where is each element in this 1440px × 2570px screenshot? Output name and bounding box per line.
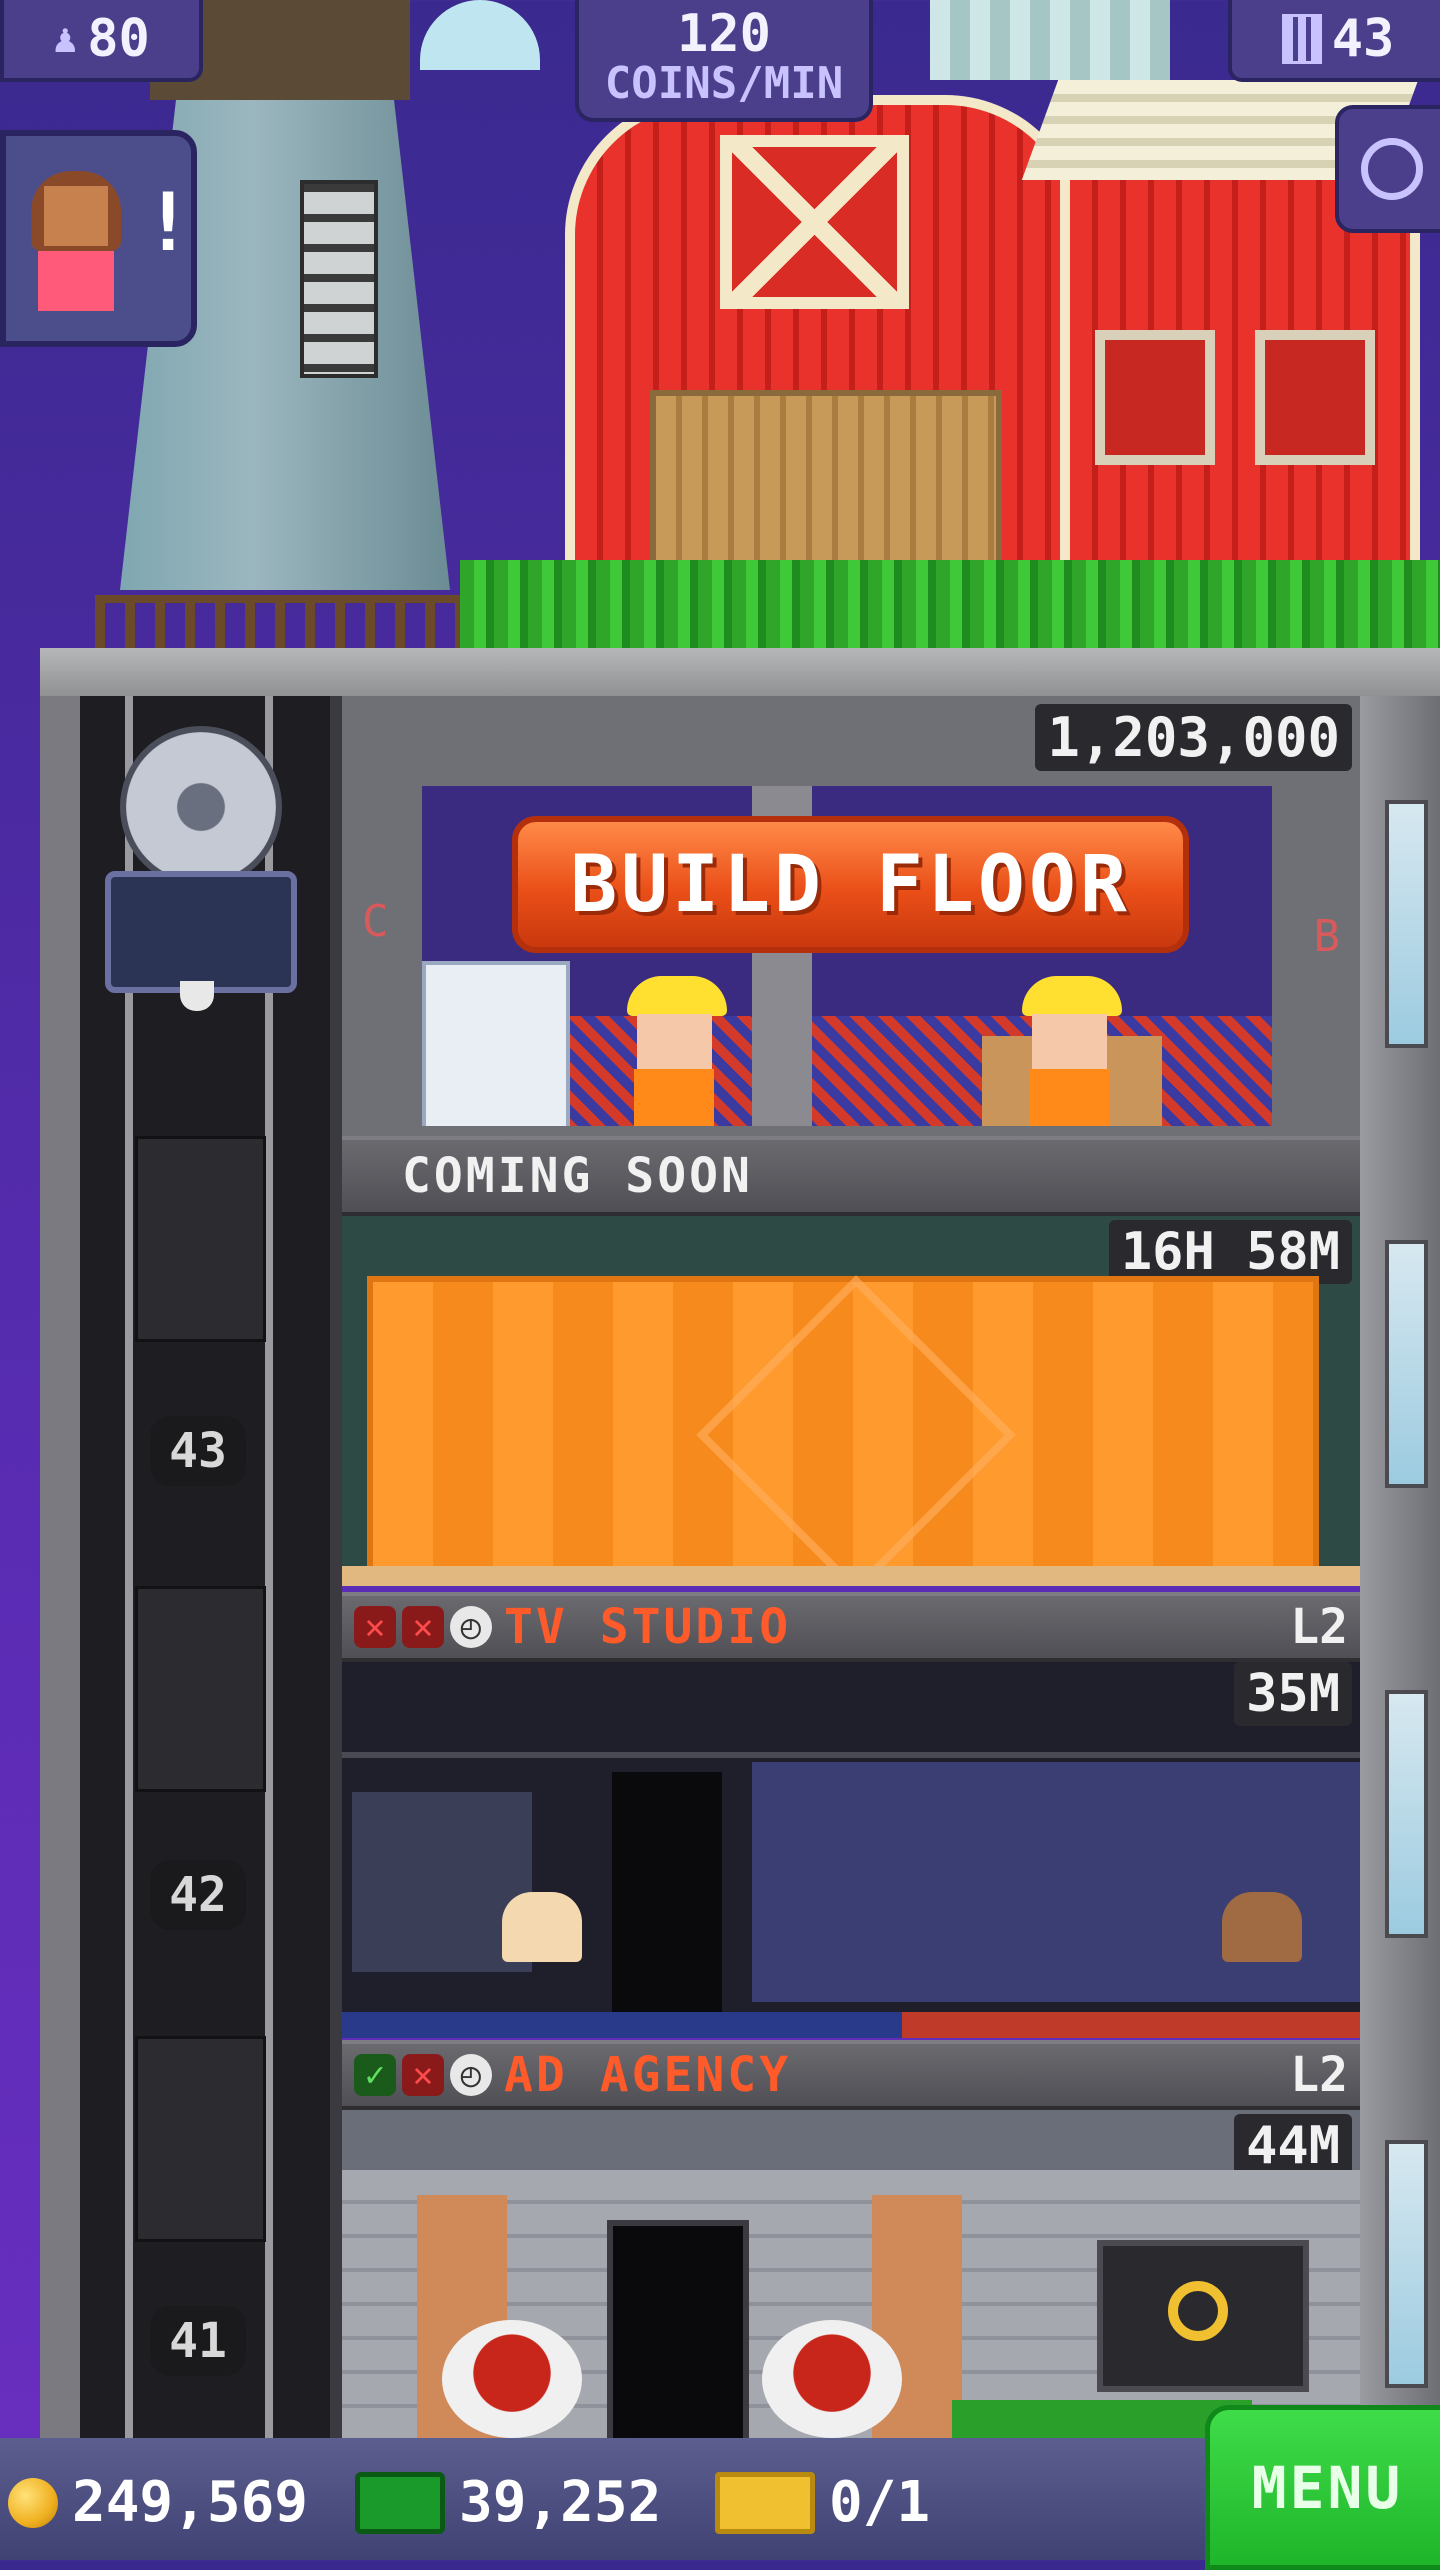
ceiling-rail <box>342 1752 1360 1758</box>
bitizen[interactable] <box>502 1892 582 1962</box>
bitizen-avatar-face <box>44 186 108 246</box>
tickets-display[interactable]: 0/1 <box>715 2470 930 2535</box>
side-window <box>1385 1240 1428 1488</box>
coins-display[interactable]: 249,569 <box>8 2470 308 2535</box>
background-dome <box>420 0 540 70</box>
bitizen-avatar-body <box>38 251 114 311</box>
worker-hardhat <box>627 976 727 1016</box>
worker-body <box>634 1069 714 1126</box>
side-window <box>1385 1690 1428 1938</box>
floor-counter[interactable]: 43 <box>1228 0 1440 82</box>
floor-timer: 35M <box>1234 1662 1352 1726</box>
building-icon <box>1281 14 1322 64</box>
coming-soon-bar: COMING SOON <box>342 1136 1360 1216</box>
studio-set <box>752 1762 1360 2002</box>
coming-soon-label: COMING SOON <box>402 1148 753 1204</box>
exclamation-icon: ! <box>144 176 193 269</box>
rooftop-slab <box>40 648 1440 696</box>
floor-level: L2 <box>1290 1599 1348 1655</box>
side-window <box>1385 800 1428 1048</box>
check-icon: ✓ <box>354 2054 396 2096</box>
construction-tarp <box>367 1275 1319 1586</box>
elevator-pulley <box>120 726 282 888</box>
bitizen-notification[interactable]: ! <box>0 130 197 347</box>
tv-studio-bar[interactable]: ✕ ✕ ◴ TV STUDIO L2 <box>342 1592 1360 1662</box>
elevator-floor-number: 43 <box>150 1416 246 1486</box>
ring-icon <box>1168 2281 1228 2341</box>
x-icon: ✕ <box>402 2054 444 2096</box>
clock-icon: ◴ <box>450 1606 492 1648</box>
barn-door <box>650 390 1002 582</box>
construction-sign-icon <box>696 1275 1016 1586</box>
egg-chair <box>442 2320 582 2438</box>
elevator-light <box>180 981 214 1011</box>
side-label-left: C <box>362 896 389 947</box>
barn-loft-window <box>720 135 909 309</box>
floor-name: TV STUDIO <box>504 1599 792 1655</box>
agency-door <box>607 2220 749 2438</box>
side-window <box>1385 2140 1428 2388</box>
worker-hardhat <box>1022 976 1122 1016</box>
coins-value: 249,569 <box>72 2470 309 2535</box>
zoom-button[interactable] <box>1335 105 1440 233</box>
person-icon: ♟ <box>53 16 78 62</box>
bux-value: 39,252 <box>459 2470 662 2535</box>
bitizen[interactable] <box>1222 1892 1302 1962</box>
bux-icon <box>355 2471 445 2534</box>
build-floor-cost: 1,203,000 <box>1035 704 1352 771</box>
barn-side-window-1 <box>1095 330 1215 465</box>
construction-material <box>422 961 570 1126</box>
side-label-right: B <box>1313 911 1341 962</box>
ad-display <box>1097 2240 1309 2392</box>
floor-count-value: 43 <box>1331 9 1395 69</box>
population-counter[interactable]: ♟ 80 <box>0 0 203 82</box>
shaft-block <box>135 2036 266 2242</box>
studio-floor <box>342 2012 1360 2038</box>
elevator-floor-number: 42 <box>150 1860 246 1930</box>
ticket-icon <box>715 2471 815 2534</box>
bux-display[interactable]: 39,252 <box>355 2470 661 2535</box>
magnifier-icon <box>1360 138 1423 200</box>
x-icon: ✕ <box>354 1606 396 1648</box>
shaft-block <box>135 1136 266 1342</box>
elevator-floor-number: 41 <box>150 2306 246 2376</box>
tower-windows <box>300 180 378 378</box>
coins-per-min-label: COINS/MIN <box>604 58 844 109</box>
floor-boards <box>342 1566 1360 1586</box>
floor-name: AD AGENCY <box>504 2047 792 2103</box>
coins-per-min-value: 120 <box>677 4 771 64</box>
elevator-car[interactable] <box>105 871 297 993</box>
left-wall <box>40 696 80 2438</box>
barn-side-window-2 <box>1255 330 1375 465</box>
coins-per-min-display: 120 COINS/MIN <box>575 0 873 122</box>
egg-chair <box>762 2320 902 2438</box>
coin-icon <box>8 2477 58 2528</box>
floor-level: L2 <box>1290 2047 1348 2103</box>
ad-agency-room[interactable]: 44M <box>342 2110 1360 2438</box>
fence <box>95 595 475 650</box>
tv-studio-room[interactable]: 35M <box>342 1662 1360 2038</box>
build-floor-button[interactable]: BUILD FLOOR <box>512 816 1189 953</box>
ad-agency-bar[interactable]: ✓ ✕ ◴ AD AGENCY L2 <box>342 2040 1360 2110</box>
elevator-shaft[interactable]: 43 42 41 <box>80 696 330 2438</box>
build-floor-section: 1,203,000 C B BUILD FLOOR <box>342 696 1360 1136</box>
worker-body <box>1029 1069 1109 1126</box>
worker-face <box>637 1014 712 1069</box>
background-building <box>930 0 1170 80</box>
studio-door <box>612 1772 722 2012</box>
menu-button[interactable]: MENU <box>1205 2405 1440 2570</box>
population-value: 80 <box>87 9 150 69</box>
x-icon: ✕ <box>402 1606 444 1648</box>
tickets-value: 0/1 <box>829 2470 931 2535</box>
grass <box>460 560 1440 650</box>
clock-icon: ◴ <box>450 2054 492 2096</box>
worker-face <box>1032 1014 1107 1069</box>
coming-soon-timer: 16H 58M <box>1108 1220 1352 1284</box>
floor-timer: 44M <box>1234 2114 1352 2178</box>
coming-soon-room[interactable]: 16H 58M <box>342 1216 1360 1586</box>
shaft-block <box>135 1586 266 1792</box>
shaft-divider <box>330 696 342 2438</box>
